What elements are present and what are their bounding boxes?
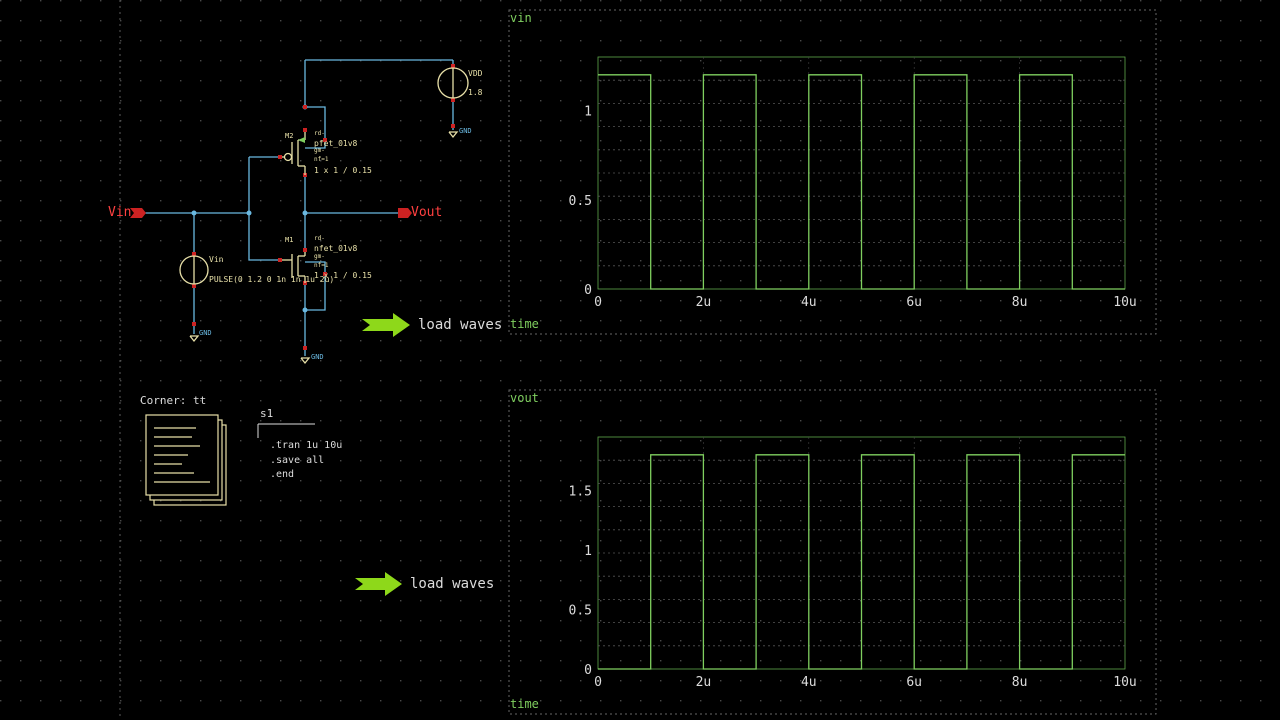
y-tick-label: 0 [584,283,592,298]
y-tick-label: 0.5 [569,604,592,619]
y-tick-label: 0.5 [569,194,592,209]
m1-param-nf: nf=1 [314,262,329,269]
schematic-canvas[interactable]: vin time 0 2u 4u 6u 8u 10u 0 0.5 1 vout time 0 2u 4u 6u… [0,0,1280,720]
m2-size: 1 x 1 / 0.15 [314,166,372,175]
x-tick-label: 0 [594,295,602,310]
x-tick-label: 2u [696,295,712,310]
grid-background [0,0,1280,720]
m2-param-rd: rd- [314,130,325,137]
x-tick-label: 8u [1012,675,1028,690]
m2-param-gm: gm- [314,147,325,154]
chart-title: vin [510,11,532,25]
gnd-label: GND [459,127,472,135]
vdd-source-name: VDD [468,69,483,78]
vdd-source-value: 1.8 [468,88,483,97]
x-axis-label: time [510,697,539,711]
m1-param-gm: gm- [314,253,325,260]
x-axis-label: time [510,317,539,331]
x-tick-label: 10u [1113,675,1136,690]
netlist-line: .end [270,469,295,480]
m1-param-rd: rd- [314,235,325,242]
y-tick-label: 1 [584,544,592,559]
x-tick-label: 10u [1113,295,1136,310]
y-tick-label: 1 [584,105,592,120]
y-tick-label: 1.5 [569,485,592,500]
x-tick-label: 8u [1012,295,1028,310]
netlist-line: .tran 1u 10u [270,440,343,451]
x-tick-label: 0 [594,675,602,690]
netlist-document-icon[interactable] [145,414,227,506]
x-tick-label: 6u [906,675,922,690]
y-tick-label: 0 [584,663,592,678]
m1-model-name: nfet_01v8 [314,244,358,253]
vin-pin-label: Vin [108,205,132,220]
load-waves-button-2[interactable]: load waves [410,577,494,591]
x-tick-label: 4u [801,295,817,310]
netlist-name: s1 [260,407,274,420]
corner-label: Corner: tt [140,394,207,407]
m1-instance-name: M1 [285,236,294,244]
load-waves-button-1[interactable]: load waves [418,318,502,332]
m1-size: 1 x 1 / 0.15 [314,271,372,280]
gnd-label: GND [311,353,324,361]
x-tick-label: 2u [696,675,712,690]
chart-title: vout [510,391,539,405]
x-tick-label: 4u [801,675,817,690]
gnd-label: GND [199,329,212,337]
netlist-line: .save all [270,455,325,466]
m2-instance-name: M2 [285,132,294,140]
m2-param-nf: nf=1 [314,156,329,163]
x-tick-label: 6u [906,295,922,310]
vin-source-name: Vin [209,255,224,264]
vout-pin-label: Vout [411,205,443,220]
